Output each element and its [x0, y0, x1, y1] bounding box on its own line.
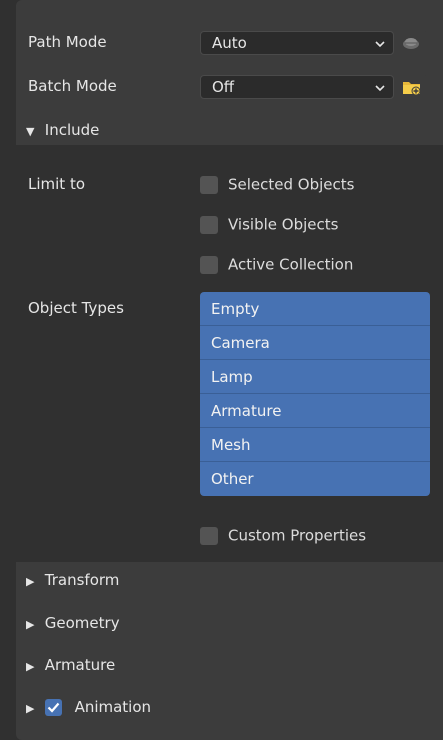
batch-mode-value: Off: [212, 78, 235, 96]
collapse-triangle-icon: ▼: [26, 125, 35, 138]
export-panel: Path Mode Auto Batch Mode Off ▼ Include …: [16, 0, 443, 740]
checkbox-label: Custom Properties: [228, 526, 367, 545]
object-type-empty[interactable]: Empty: [200, 292, 430, 326]
section-title: Transform: [44, 571, 120, 589]
object-types-list: Empty Camera Lamp Armature Mesh Other: [200, 292, 430, 496]
section-title: Armature: [44, 656, 116, 674]
limit-to-label: Limit to: [28, 175, 86, 193]
batch-mode-dropdown[interactable]: Off: [200, 75, 394, 99]
checkmark-icon: [47, 702, 60, 713]
object-type-camera[interactable]: Camera: [200, 326, 430, 360]
checkbox-box: [200, 526, 218, 545]
object-type-lamp[interactable]: Lamp: [200, 360, 430, 394]
new-folder-icon: [403, 82, 421, 96]
checkbox-label: Selected Objects: [228, 175, 355, 194]
path-mode-value: Auto: [212, 34, 247, 52]
checkbox-box: [200, 255, 218, 274]
path-mode-label: Path Mode: [28, 33, 107, 51]
path-mode-dropdown[interactable]: Auto: [200, 31, 394, 55]
object-types-label: Object Types: [28, 299, 124, 317]
visible-objects-checkbox[interactable]: Visible Objects: [200, 215, 338, 235]
animation-checkbox[interactable]: [44, 699, 62, 716]
transform-section-header[interactable]: ▶ Transform: [26, 571, 119, 589]
checkbox-label: Active Collection: [228, 255, 354, 274]
include-title: Include: [44, 121, 100, 139]
selected-objects-checkbox[interactable]: Selected Objects: [200, 175, 354, 195]
embed-textures-toggle[interactable]: [394, 31, 428, 55]
object-type-other[interactable]: Other: [200, 462, 430, 496]
animation-label: Animation: [74, 698, 152, 716]
custom-properties-checkbox[interactable]: Custom Properties: [200, 526, 366, 546]
expand-triangle-icon: ▶: [26, 660, 35, 673]
checkbox-box: [200, 175, 218, 194]
chevron-down-icon: [375, 85, 385, 92]
include-section-header[interactable]: ▼ Include: [26, 121, 99, 139]
expand-triangle-icon: ▶: [26, 702, 35, 715]
expand-triangle-icon: ▶: [26, 618, 35, 631]
batch-mode-label: Batch Mode: [28, 77, 117, 95]
object-type-armature[interactable]: Armature: [200, 394, 430, 428]
batch-own-dir-toggle[interactable]: [394, 75, 428, 99]
geometry-section-header[interactable]: ▶ Geometry: [26, 614, 120, 632]
section-title: Geometry: [44, 614, 120, 632]
checkbox-box: [200, 215, 218, 234]
animation-section-header[interactable]: ▶ Animation: [26, 698, 151, 716]
active-collection-checkbox[interactable]: Active Collection: [200, 255, 353, 275]
checkbox-label: Visible Objects: [228, 215, 339, 234]
armature-section-header[interactable]: ▶ Armature: [26, 656, 115, 674]
object-type-mesh[interactable]: Mesh: [200, 428, 430, 462]
chevron-down-icon: [375, 41, 385, 48]
expand-triangle-icon: ▶: [26, 575, 35, 588]
texture-sphere-icon: [403, 38, 419, 49]
